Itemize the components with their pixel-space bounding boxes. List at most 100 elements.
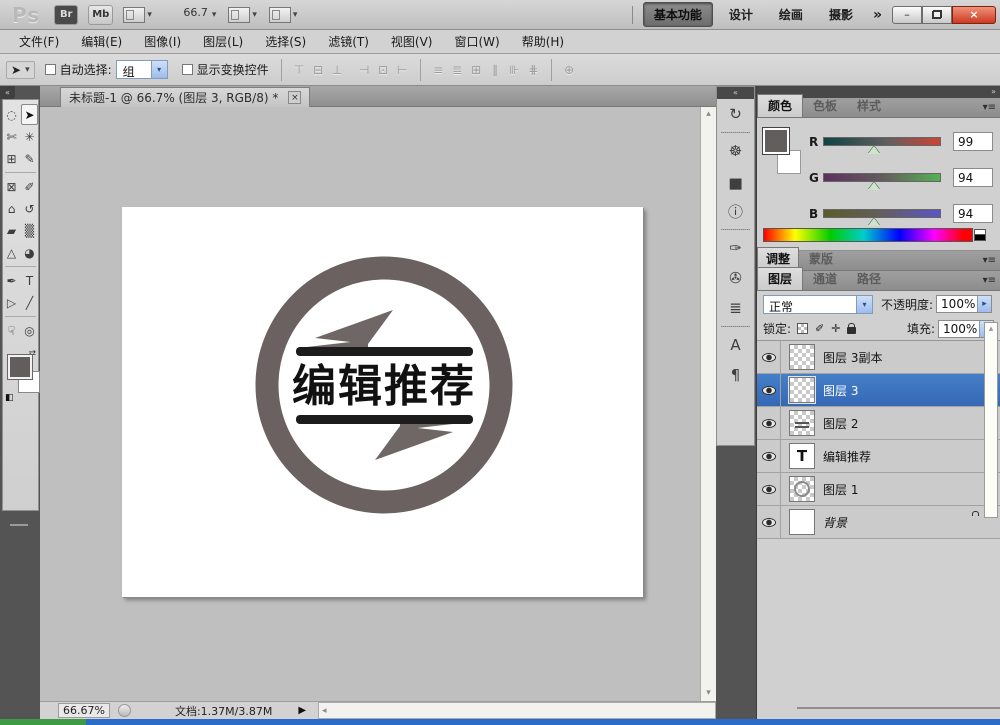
canvas-pasteboard[interactable]: 编辑推荐 [40,107,700,701]
paragraph-panel-icon[interactable]: ¶ [717,360,754,390]
black-swatch[interactable] [974,234,986,241]
strip-collapse-icon[interactable]: « [717,87,754,99]
crop-tool[interactable]: ⊞ [3,148,20,169]
scroll-up-icon[interactable]: ▴ [985,323,997,335]
red-slider-thumb[interactable] [868,146,880,154]
zoom-level-input[interactable]: 66.7 [164,6,208,24]
blue-slider-thumb[interactable] [868,218,880,226]
tab-color[interactable]: 颜色 [757,94,803,117]
launch-bridge-button[interactable]: Br [54,5,78,25]
layer-thumbnail[interactable] [789,476,815,502]
distribute-left-edges-button[interactable]: ∥ [486,61,505,79]
blur-tool[interactable]: △ [3,242,20,263]
workspace-design-button[interactable]: 设计 [719,3,763,26]
eye-icon[interactable] [762,485,776,494]
zoom-tool[interactable]: ◎ [21,320,38,341]
visibility-cell[interactable] [757,341,781,373]
minimize-button[interactable]: – [892,6,922,24]
menu-help[interactable]: 帮助(H) [511,30,575,53]
brush-tool[interactable]: ✐ [21,176,38,197]
arrange-documents-icon[interactable] [228,7,250,23]
toolbox-collapse-icon[interactable]: « [0,86,15,99]
menu-select[interactable]: 选择(S) [254,30,317,53]
tab-close-icon[interactable]: × [288,91,301,104]
align-right-edges-button[interactable]: ⊢ [393,61,412,79]
distribute-right-edges-button[interactable]: ⋕ [524,61,543,79]
view-extras-caret-icon[interactable]: ▾ [147,10,152,20]
show-transform-controls-checkbox[interactable] [182,64,193,75]
panel-menu-icon[interactable]: ▾≡ [983,255,996,266]
eye-icon[interactable] [762,452,776,461]
history-brush-tool[interactable]: ↺ [21,198,38,219]
pen-tool[interactable]: ✒ [3,270,20,291]
workspace-overflow-icon[interactable]: » [873,7,882,23]
layer-row-background[interactable]: 背景 [757,506,1000,539]
scroll-down-icon[interactable]: ▾ [702,687,715,700]
distribute-horizontal-centers-button[interactable]: ⊪ [505,61,524,79]
layer-comps-panel-icon[interactable]: ≣ [717,293,754,323]
document-tab[interactable]: 未标题-1 @ 66.7% (图层 3, RGB/8) * × [60,87,310,107]
default-colors-icon[interactable]: ◧ [5,393,14,403]
green-slider-thumb[interactable] [868,182,880,190]
color-spectrum-ramp[interactable] [763,228,973,242]
healing-brush-tool[interactable]: ⊠ [3,176,20,197]
gradient-tool[interactable]: ▒ [21,220,38,241]
menu-file[interactable]: 文件(F) [8,30,70,53]
histogram-panel-icon[interactable]: ▅ [717,166,754,196]
clone-source-panel-icon[interactable]: ✇ [717,263,754,293]
layer-name[interactable]: 编辑推荐 [823,448,871,465]
lock-pixels-icon[interactable]: ✐ [815,322,824,335]
toolbox-grip[interactable] [10,524,28,526]
eye-icon[interactable] [762,353,776,362]
green-slider[interactable] [823,173,941,182]
red-slider[interactable] [823,137,941,146]
layer-thumbnail[interactable] [789,410,815,436]
arrange-documents-caret-icon[interactable]: ▾ [252,10,257,20]
status-options-arrow-icon[interactable]: ▶ [298,705,306,716]
layer-name[interactable]: 图层 2 [823,415,858,432]
eraser-tool[interactable]: ▰ [3,220,20,241]
elliptical-marquee-tool[interactable]: ◌ [3,104,20,125]
foreground-color-swatch[interactable] [8,355,32,379]
lock-position-icon[interactable]: ✛ [831,322,840,335]
scroll-left-icon[interactable]: ◂ [322,706,327,716]
menu-edit[interactable]: 编辑(E) [70,30,133,53]
view-extras-icon[interactable] [123,7,145,23]
layer-row-layer3[interactable]: 图层 3 [757,374,1000,407]
auto-select-group-dropdown[interactable]: 组 ▾ [116,60,168,79]
eye-icon[interactable] [762,419,776,428]
menu-window[interactable]: 窗口(W) [443,30,510,53]
line-tool[interactable]: ╱ [21,292,38,313]
layer-name[interactable]: 图层 1 [823,481,858,498]
opacity-input[interactable]: 100% ▸ [936,295,992,313]
visibility-cell[interactable] [757,407,781,439]
menu-filter[interactable]: 滤镜(T) [317,30,380,53]
tab-layers[interactable]: 图层 [757,267,803,290]
menu-layer[interactable]: 图层(L) [192,30,254,53]
workspace-photography-button[interactable]: 摄影 [819,3,863,26]
visibility-cell[interactable] [757,506,781,538]
distribute-top-edges-button[interactable]: ≡ [429,61,448,79]
zoom-level-caret-icon[interactable]: ▾ [212,10,217,20]
foreground-color-swatch[interactable] [763,128,789,154]
visibility-cell[interactable] [757,440,781,472]
tab-masks[interactable]: 蒙版 [799,248,843,270]
layer-thumbnail[interactable] [789,344,815,370]
burn-tool[interactable]: ◕ [21,242,38,263]
quick-selection-tool[interactable]: ✳ [21,126,38,147]
tab-styles[interactable]: 样式 [847,95,891,117]
layer-row-text[interactable]: T 编辑推荐 [757,440,1000,473]
align-horizontal-centers-button[interactable]: ⊡ [374,61,393,79]
panel-menu-icon[interactable]: ▾≡ [983,275,996,286]
current-tool-indicator[interactable]: ➤ ▾ [6,61,35,79]
distribute-bottom-edges-button[interactable]: ⊞ [467,61,486,79]
eye-icon[interactable] [762,386,776,395]
align-vertical-centers-button[interactable]: ⊟ [309,61,328,79]
canvas-horizontal-scrollbar[interactable]: ◂ [318,702,716,719]
close-button[interactable]: × [952,6,996,24]
lasso-tool[interactable]: ✄ [3,126,20,147]
clone-stamp-tool[interactable]: ⌂ [3,198,20,219]
move-tool[interactable]: ➤ [21,104,38,125]
layer-row-layer3-copy[interactable]: 图层 3副本 [757,341,1000,374]
menu-image[interactable]: 图像(I) [133,30,192,53]
